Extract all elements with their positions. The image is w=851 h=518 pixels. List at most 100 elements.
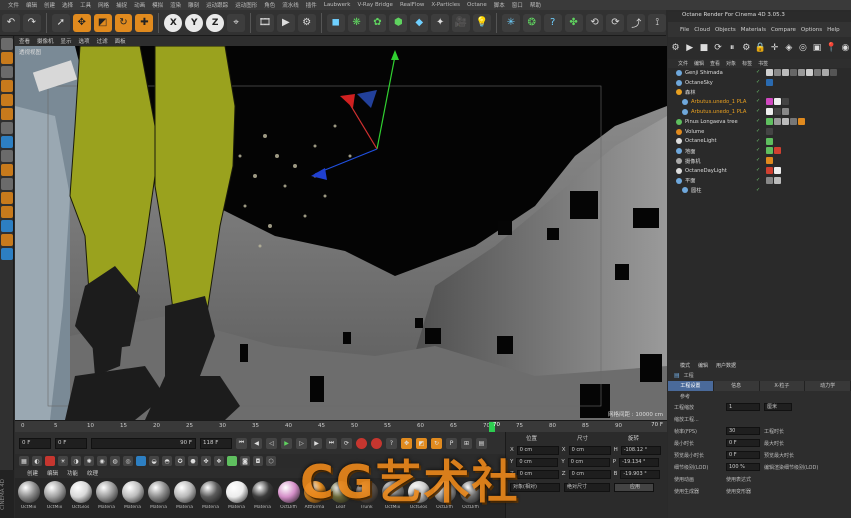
xparticles-motion-icon[interactable]: ⟳ [606,13,625,32]
menu-item[interactable]: 选择 [62,1,73,9]
y-axis-toggle[interactable]: Y [185,13,204,32]
layer-icon[interactable] [136,456,146,466]
layer-icon[interactable]: ⬣ [188,456,198,466]
visibility-check-icon[interactable]: ✓ [756,128,760,134]
material-swatch[interactable]: OctMix [17,478,40,510]
render-start-icon[interactable]: ▶ [684,42,695,55]
octane-menu-item[interactable]: Help [827,27,840,33]
scene-icon[interactable]: ✦ [431,13,450,32]
axis-mode-icon[interactable] [1,122,13,134]
object-tag[interactable] [774,69,781,76]
visibility-check-icon[interactable]: ✓ [756,98,760,104]
xparticles-action-icon[interactable]: ⟟ [648,13,667,32]
attribute-value-field[interactable]: 1 [726,403,760,411]
point-mode-icon[interactable] [1,80,13,92]
material-menu-item[interactable]: 编辑 [47,469,58,477]
object-row[interactable]: Arbutus.unedo_1 PLA ✓ [668,97,851,107]
menu-item[interactable]: X-Particles [431,2,460,8]
object-tag[interactable] [782,117,789,125]
menu-item[interactable]: RealFlow [400,2,424,8]
z-axis-toggle[interactable]: Z [206,13,225,32]
object-manager-menu-item[interactable]: 对象 [726,60,736,67]
light-icon[interactable]: 💡 [473,13,491,32]
lock-icon[interactable]: 🔒 [755,42,766,55]
layer-icon[interactable]: ◒ [149,456,159,466]
material-menu-item[interactable]: 纹理 [87,469,98,477]
material-swatch[interactable]: Materia [173,478,196,510]
attribute-value-field[interactable]: 100 % [726,463,760,471]
object-row[interactable]: OctaneLight ✓ [668,137,851,147]
object-manager-menu-item[interactable]: 文件 [678,60,688,67]
object-tag[interactable] [766,157,773,165]
mograph-icon[interactable]: ⬢ [389,13,408,32]
visibility-check-icon[interactable]: ✓ [756,138,760,144]
attribute-tab[interactable]: X-粒子 [759,381,806,391]
prev-key-icon[interactable]: ◀ [251,437,262,449]
layer-icon[interactable]: ◙ [240,456,250,466]
visibility-check-icon[interactable]: ✓ [756,108,760,114]
object-row[interactable]: Pinus Longaeva tree ✓ [668,117,851,127]
size-mode-select[interactable]: 绝对尺寸 [564,483,610,492]
pick-object-icon[interactable]: ◎ [797,42,808,55]
layer-icon[interactable]: ⬡ [266,456,276,466]
attribute-menu-item[interactable]: 用户数据 [716,362,736,369]
add-object-icon[interactable]: ✚ [135,13,154,32]
layer-icon[interactable]: ◎ [123,456,133,466]
layer-icon[interactable]: ◓ [162,456,172,466]
move-tool-icon[interactable]: ✥ [72,13,91,32]
material-swatch[interactable]: Materia [147,478,170,510]
object-row[interactable]: 圆柱 ✓ [668,186,851,196]
python-icon[interactable] [1,248,13,260]
object-row[interactable]: 森林 ✓ [668,88,851,98]
xparticles-cache-icon[interactable]: ⟲ [585,13,604,32]
rotation-field[interactable]: -19.134 ° [619,457,660,467]
viewport-menu-item[interactable]: 过滤 [97,37,108,45]
mode-make-editable-icon[interactable] [1,38,13,50]
menu-item[interactable]: Laubwerk [324,2,351,8]
material-swatch[interactable]: Materia [225,478,248,510]
layer-icon[interactable]: ❖ [214,456,224,466]
object-tag[interactable] [830,69,837,76]
render-settings-icon[interactable]: ⚙ [741,42,752,55]
octane-menu-item[interactable]: File [680,27,689,33]
sculpt-icon[interactable] [1,192,13,204]
object-tag[interactable] [806,69,813,76]
scale-tool-icon[interactable]: ◩ [93,13,112,32]
attribute-menu-item[interactable]: 编辑 [698,362,708,369]
attribute-tab[interactable]: 工程设置 [668,381,714,391]
layer-icon[interactable]: ✤ [201,456,211,466]
object-tag[interactable] [766,69,773,76]
rotation-field[interactable]: -108.12 ° [620,445,661,455]
menu-item[interactable]: 脚本 [494,1,505,9]
attribute-value-field[interactable]: 0 F [726,451,760,459]
object-tag[interactable] [766,78,773,86]
menu-item[interactable]: 捕捉 [116,1,127,9]
viewport-menu-item[interactable]: 面板 [115,37,126,45]
menu-item[interactable]: 网格 [98,1,109,9]
object-tag[interactable] [822,69,829,76]
visibility-check-icon[interactable]: ✓ [756,118,760,124]
object-row[interactable]: 平面 ✓ [668,176,851,186]
workplane-icon[interactable] [1,178,13,190]
attribute-value-field[interactable]: 30 [726,427,760,435]
xparticles-question-icon[interactable]: ? [543,13,562,32]
xparticles-generator-icon[interactable]: ✤ [564,13,583,32]
viewport-menu-item[interactable]: 摄像机 [37,37,54,45]
apply-button[interactable]: 应用 [614,483,654,492]
render-view-icon[interactable]: 🎞 [255,13,274,32]
size-field[interactable]: 0 cm [568,445,611,455]
render-settings-icon[interactable]: ⚙ [297,13,316,32]
object-row[interactable]: Genji Shimada ✓ [668,68,851,78]
viewport-menu-item[interactable]: 显示 [61,37,72,45]
solo-mode-icon[interactable] [1,150,13,162]
octane-menu-item[interactable]: Objects [715,27,736,33]
start-frame-field[interactable]: 0 F [19,437,51,449]
visibility-check-icon[interactable]: ✓ [756,177,760,183]
object-tag[interactable] [766,108,773,116]
render-stop-icon[interactable]: ■ [698,42,709,55]
object-row[interactable]: Volume ✓ [668,127,851,137]
render-pause-icon[interactable]: ⏸ [727,42,738,55]
menu-item[interactable]: 模拟 [152,1,163,9]
xparticles-modifier-icon[interactable]: ❂ [522,13,541,32]
object-tag[interactable] [766,137,773,145]
